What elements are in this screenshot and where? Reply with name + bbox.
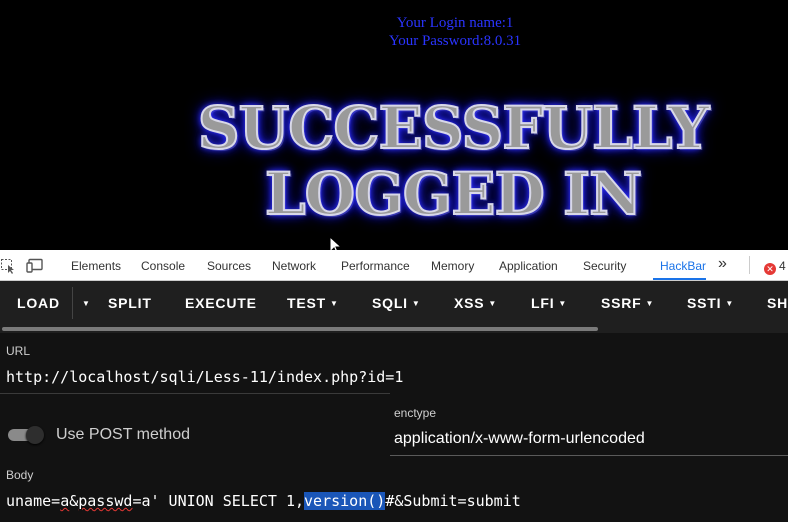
toolbar-divider xyxy=(72,287,73,319)
body-text: uname= xyxy=(6,492,61,510)
tab-network[interactable]: Network xyxy=(272,259,316,273)
lfi-menu-button[interactable]: LFI ▼ xyxy=(531,295,567,311)
error-count-value: 4 xyxy=(779,259,786,273)
url-input[interactable]: http://localhost/sqli/Less-11/index.php?… xyxy=(6,368,403,386)
page-viewport: Your Login name:1 Your Password:8.0.31 S… xyxy=(0,0,788,256)
spellcheck-word: a xyxy=(60,492,70,510)
post-method-label[interactable]: Use POST method xyxy=(56,426,190,444)
url-label: URL xyxy=(6,344,31,358)
load-options-dropdown[interactable]: ▼ xyxy=(78,295,91,311)
spellcheck-word: passwd xyxy=(78,492,133,510)
toolbar-scrollbar[interactable] xyxy=(0,325,788,333)
toggle-knob xyxy=(26,426,44,444)
login-name-text: Your Login name:1 xyxy=(396,15,514,31)
caret-down-icon: ▼ xyxy=(82,299,91,308)
devtools-tab-bar: Elements Console Sources Network Perform… xyxy=(0,250,788,281)
body-input[interactable]: uname=a&passwd=a' UNION SELECT 1,version… xyxy=(6,492,521,510)
active-tab-indicator xyxy=(653,278,706,280)
ssrf-menu-label: SSRF xyxy=(601,295,642,311)
tab-security[interactable]: Security xyxy=(583,259,626,273)
inspect-element-icon[interactable] xyxy=(0,258,16,274)
body-text: & xyxy=(69,492,79,510)
post-method-toggle[interactable] xyxy=(8,426,46,444)
tab-elements[interactable]: Elements xyxy=(71,259,121,273)
scrollbar-thumb[interactable] xyxy=(2,327,598,331)
hackbar-toolbar: LOAD ▼ SPLIT EXECUTE TEST ▼ SQLI ▼ XSS ▼ LF… xyxy=(0,281,788,325)
caret-down-icon: ▼ xyxy=(558,299,568,308)
selected-text: version() xyxy=(304,492,386,510)
url-underline xyxy=(0,393,390,394)
success-banner-line1: SUCCESSFULLY xyxy=(197,93,711,163)
more-tabs-chevron-icon[interactable]: » xyxy=(718,255,727,273)
caret-down-icon: ▼ xyxy=(645,299,655,308)
ssrf-menu-button[interactable]: SSRF ▼ xyxy=(601,295,654,311)
shell-menu-button[interactable]: SH xyxy=(767,295,788,311)
tab-hackbar[interactable]: HackBar xyxy=(660,259,706,273)
caret-down-icon: ▼ xyxy=(329,299,339,308)
sqli-menu-label: SQLI xyxy=(372,295,408,311)
hackbar-body: URL http://localhost/sqli/Less-11/index.… xyxy=(0,333,788,522)
xss-menu-label: XSS xyxy=(454,295,485,311)
execute-button[interactable]: EXECUTE xyxy=(185,295,257,311)
ssti-menu-label: SSTI xyxy=(687,295,722,311)
split-button[interactable]: SPLIT xyxy=(108,295,152,311)
error-count-badge[interactable]: ✕ 4 xyxy=(764,259,786,275)
xss-menu-button[interactable]: XSS ▼ xyxy=(454,295,497,311)
enctype-underline xyxy=(390,455,788,456)
tab-separator xyxy=(749,256,750,274)
tab-memory[interactable]: Memory xyxy=(431,259,474,273)
caret-down-icon: ▼ xyxy=(725,299,735,308)
ssti-menu-button[interactable]: SSTI ▼ xyxy=(687,295,734,311)
body-text: =a' UNION SELECT 1, xyxy=(132,492,305,510)
load-button[interactable]: LOAD xyxy=(17,295,60,311)
body-label: Body xyxy=(6,468,34,482)
device-toolbar-icon[interactable] xyxy=(26,258,44,274)
tab-performance[interactable]: Performance xyxy=(341,259,410,273)
tab-application[interactable]: Application xyxy=(499,259,558,273)
tab-console[interactable]: Console xyxy=(141,259,185,273)
error-icon: ✕ xyxy=(764,263,776,275)
sqli-menu-button[interactable]: SQLI ▼ xyxy=(372,295,421,311)
enctype-select[interactable]: application/x-www-form-urlencoded xyxy=(394,430,645,448)
body-text: #&Submit=submit xyxy=(385,492,521,510)
success-banner-line2: LOGGED IN xyxy=(264,159,643,229)
lfi-menu-label: LFI xyxy=(531,295,555,311)
tab-sources[interactable]: Sources xyxy=(207,259,251,273)
enctype-label: enctype xyxy=(394,406,437,420)
login-password-text: Your Password:8.0.31 xyxy=(388,33,522,49)
test-menu-label: TEST xyxy=(287,295,326,311)
caret-down-icon: ▼ xyxy=(411,299,421,308)
caret-down-icon: ▼ xyxy=(488,299,498,308)
test-menu-button[interactable]: TEST ▼ xyxy=(287,295,339,311)
